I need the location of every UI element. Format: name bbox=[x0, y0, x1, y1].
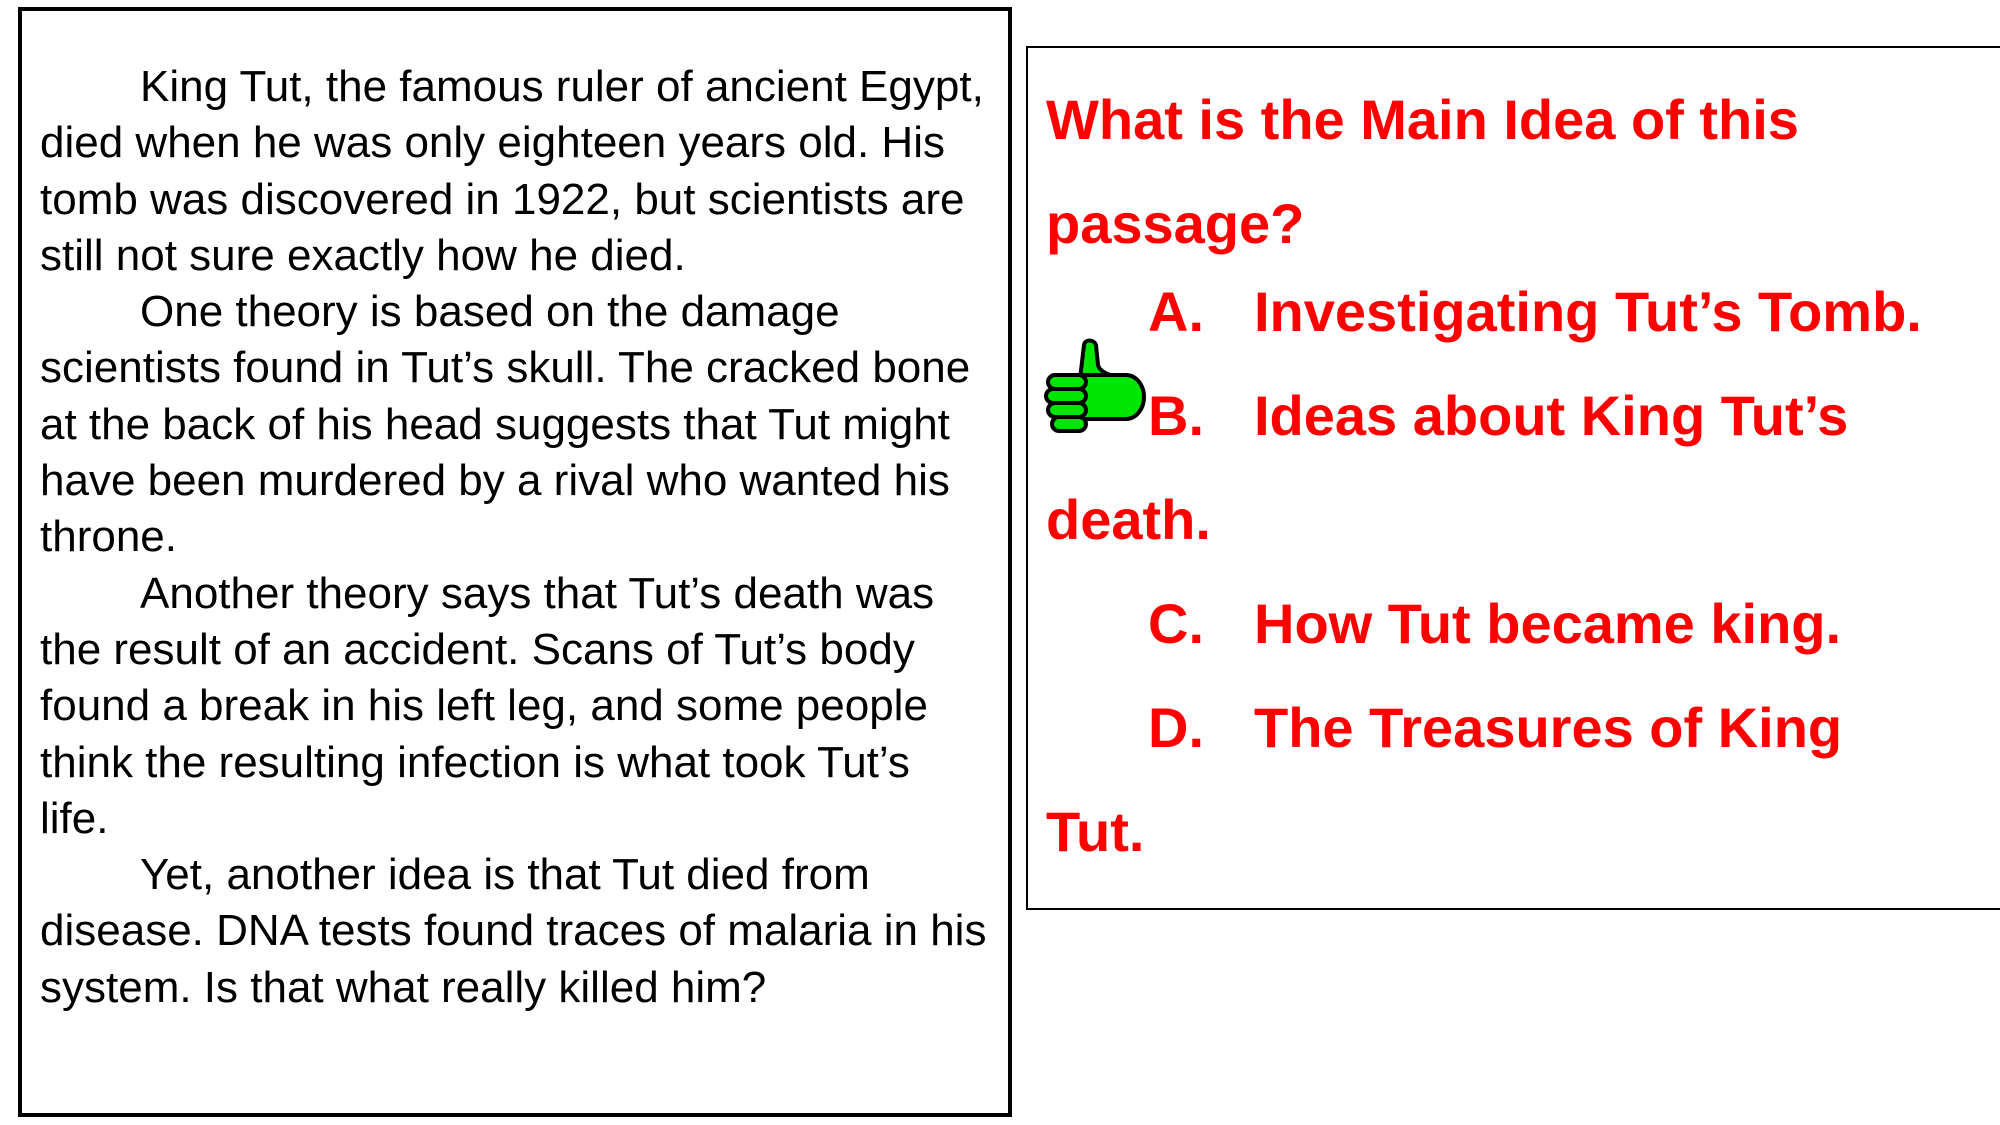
thumbs-up-icon bbox=[1044, 338, 1146, 433]
option-c-letter: C. bbox=[1148, 592, 1204, 655]
passage-paragraph-1: King Tut, the famous ruler of ancient Eg… bbox=[40, 62, 984, 280]
question-prompt: What is the Main Idea of this passage? bbox=[1046, 88, 1799, 255]
option-d-continuation: Tut. bbox=[1046, 800, 1145, 863]
option-c[interactable]: C. How Tut became king. bbox=[1028, 592, 2000, 656]
option-c-text: How Tut became king. bbox=[1254, 592, 1842, 655]
question-panel: What is the Main Idea of this passage? A… bbox=[1026, 46, 2000, 910]
option-b[interactable]: B. Ideas about King Tut’s bbox=[1028, 384, 2000, 448]
option-a-text: Investigating Tut’s Tomb. bbox=[1254, 280, 1922, 343]
option-d[interactable]: D. The Treasures of King bbox=[1028, 696, 2000, 760]
option-b-letter: B. bbox=[1148, 384, 1204, 447]
option-a-letter: A. bbox=[1148, 280, 1204, 343]
passage-paragraph-3: Another theory says that Tut’s death was… bbox=[40, 568, 935, 843]
option-b-continuation: death. bbox=[1046, 488, 1211, 551]
passage-paragraph-4: Yet, another idea is that Tut died from … bbox=[40, 850, 987, 1012]
option-d-letter: D. bbox=[1148, 696, 1204, 759]
passage-paragraph-2: One theory is based on the damage scient… bbox=[40, 287, 971, 562]
option-b-text: Ideas about King Tut’s bbox=[1254, 384, 1849, 447]
option-d-text: The Treasures of King bbox=[1254, 696, 1843, 759]
reading-passage: King Tut, the famous ruler of ancient Eg… bbox=[18, 7, 1012, 1117]
option-a[interactable]: A. Investigating Tut’s Tomb. bbox=[1028, 280, 2000, 344]
